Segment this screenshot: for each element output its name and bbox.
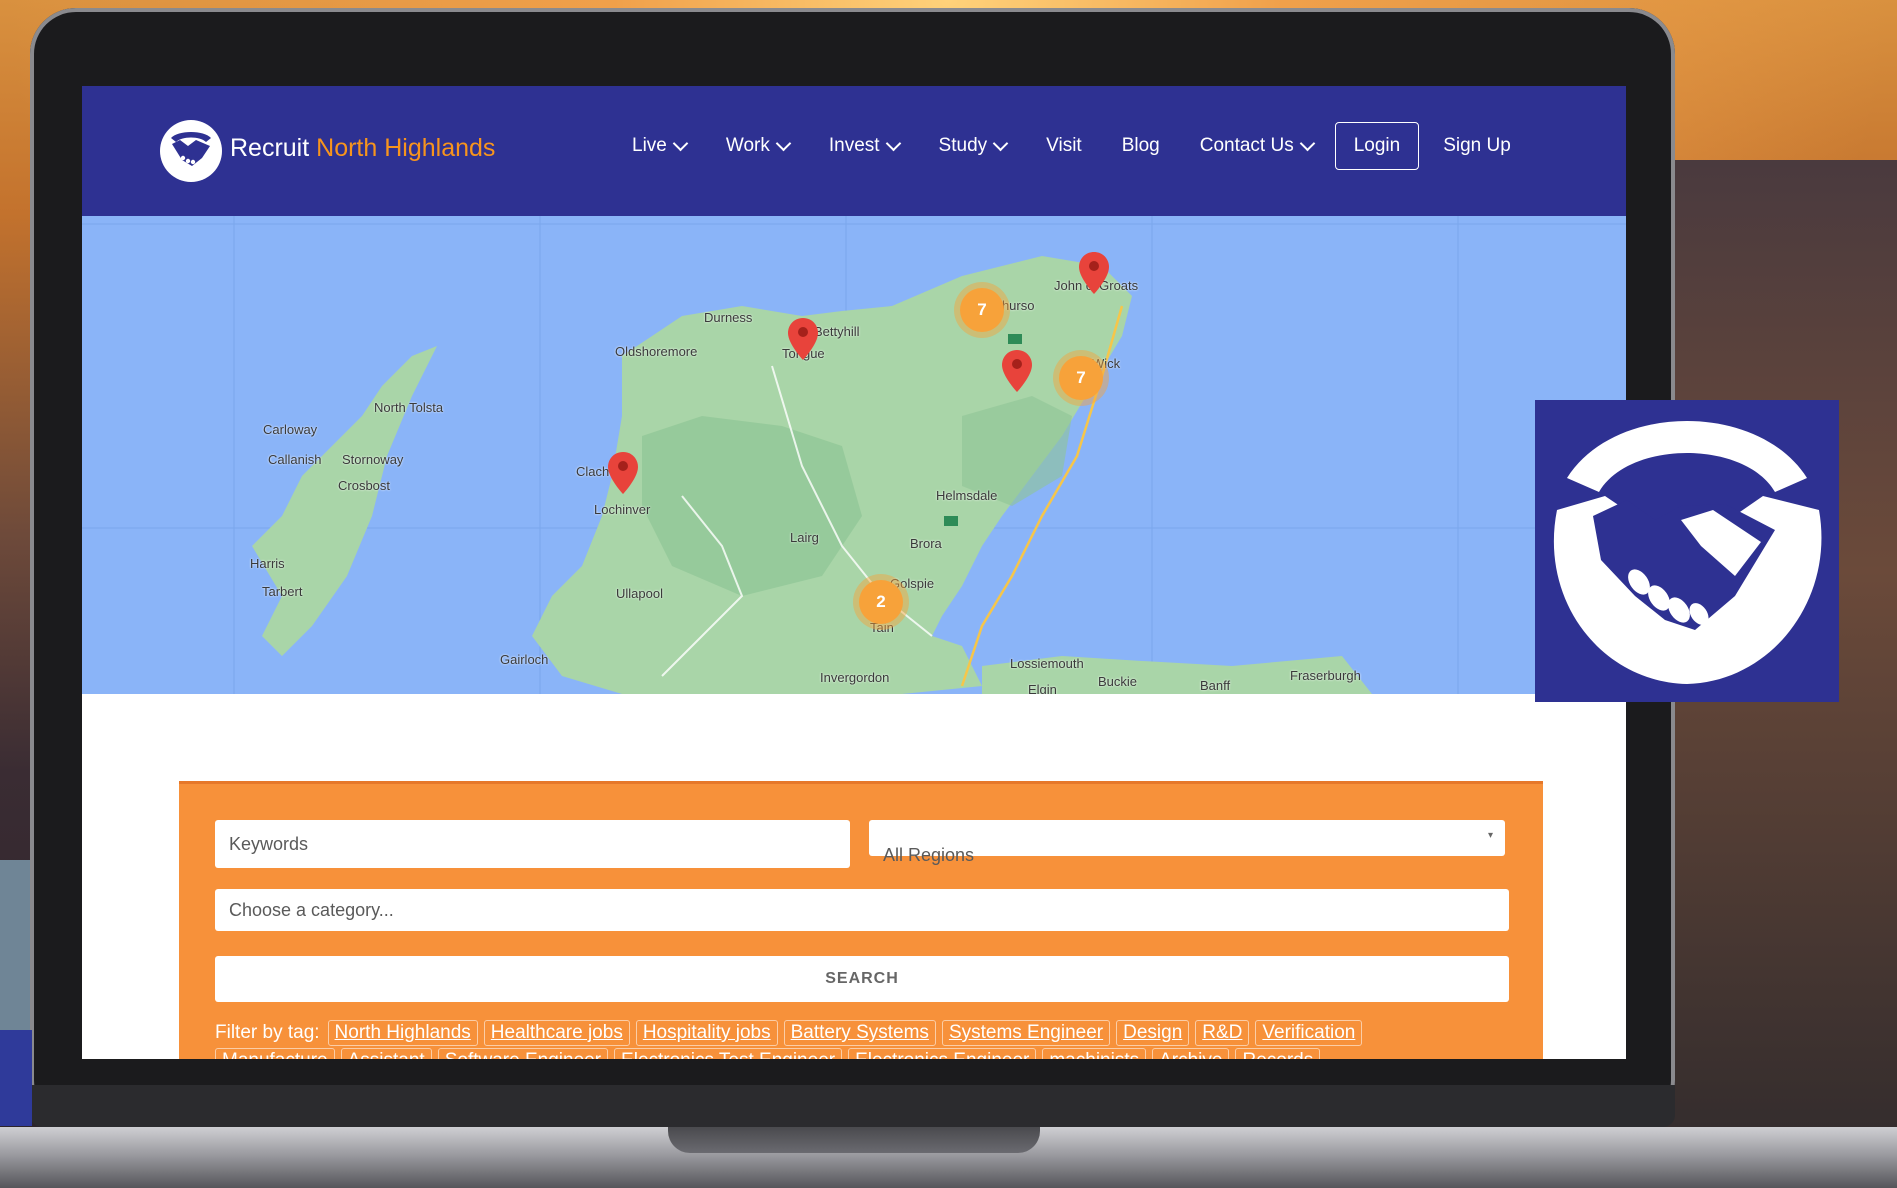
- map-cluster-marker[interactable]: 7: [960, 288, 1004, 332]
- map-label: Invergordon: [820, 670, 890, 685]
- tag-link[interactable]: Healthcare jobs: [483, 1020, 630, 1046]
- tag-link[interactable]: Systems Engineer: [941, 1020, 1111, 1046]
- top-navigation: Recruit North Highlands Live Work Invest…: [82, 86, 1626, 216]
- handshake-icon: [1535, 400, 1839, 702]
- nav-item-label: Visit: [1046, 135, 1082, 156]
- decorative-strip: [0, 1030, 32, 1126]
- map-label: Brora: [910, 536, 942, 551]
- jobs-map[interactable]: Durness Bettyhill Oldshoremore Tongue Jo…: [82, 216, 1626, 694]
- brand-name[interactable]: Recruit North Highlands: [230, 134, 495, 163]
- map-pin-icon[interactable]: [788, 318, 818, 360]
- map-label: Helmsdale: [936, 488, 998, 503]
- map-label: Crosbost: [338, 478, 391, 493]
- chevron-down-icon: ▾: [1487, 830, 1493, 841]
- job-search-panel: Keywords All Regions ▾ Choose a category…: [179, 781, 1543, 1059]
- laptop-bezel: [30, 1085, 1675, 1127]
- nav-menu: Live Work Invest Study Visit Blog Contac…: [632, 122, 1511, 170]
- tag-link[interactable]: North Highlands: [327, 1020, 478, 1046]
- search-button[interactable]: SEARCH: [215, 956, 1509, 1002]
- laptop-notch: [668, 1127, 1040, 1153]
- map-label: Ullapool: [616, 586, 663, 601]
- tag-link[interactable]: Design: [1116, 1020, 1190, 1046]
- map-cluster-marker[interactable]: 2: [859, 580, 903, 624]
- map-label: Banff: [1200, 678, 1231, 693]
- nav-item-label: Contact Us: [1199, 135, 1294, 156]
- map-label: Oldshoremore: [615, 344, 698, 359]
- map-cluster-marker[interactable]: 7: [1059, 356, 1103, 400]
- signup-link[interactable]: Sign Up: [1443, 135, 1511, 157]
- keywords-input[interactable]: Keywords: [215, 820, 850, 868]
- chevron-down-icon: [992, 135, 1009, 151]
- nav-item-contact-us[interactable]: Contact Us: [1199, 135, 1315, 157]
- tag-link[interactable]: Verification: [1255, 1020, 1363, 1046]
- region-select-value: All Regions: [883, 845, 975, 865]
- tag-link[interactable]: R&D: [1195, 1020, 1250, 1046]
- filter-label: Filter by tag:: [215, 1022, 320, 1043]
- tag-link[interactable]: Software Engineer: [437, 1048, 609, 1059]
- map-label: Lairg: [790, 530, 819, 545]
- map-label: Gairloch: [500, 652, 549, 667]
- chevron-down-icon: [1299, 135, 1315, 151]
- map-label: Elgin: [1028, 682, 1057, 694]
- tag-link[interactable]: Assistant: [340, 1048, 432, 1059]
- map-label: Carloway: [263, 422, 318, 437]
- tag-filter-row: Manufacture Assistant Software Engineer …: [215, 1048, 1326, 1059]
- nav-item-label: Blog: [1121, 135, 1160, 156]
- map-label: Stornoway: [342, 452, 404, 467]
- region-select[interactable]: All Regions ▾: [869, 820, 1505, 865]
- map-label: Buckie: [1098, 674, 1138, 689]
- nav-item-label: Study: [938, 135, 988, 156]
- map-label: Bettyhill: [814, 324, 860, 339]
- tag-link[interactable]: Electronics Test Engineer: [614, 1048, 843, 1059]
- tag-link[interactable]: Records: [1235, 1048, 1321, 1059]
- map-label: Fraserburgh: [1290, 668, 1361, 683]
- handshake-icon[interactable]: [160, 120, 222, 182]
- tag-filter-row: Filter by tag: North Highlands Healthcar…: [215, 1020, 1368, 1046]
- road-sign-a9: [944, 516, 958, 526]
- nav-item-label: Invest: [828, 135, 880, 156]
- nav-item-study[interactable]: Study: [938, 135, 1009, 157]
- map-pin-icon[interactable]: [1002, 350, 1032, 392]
- map-label: Tarbert: [262, 584, 303, 599]
- map-pin-icon[interactable]: [608, 452, 638, 494]
- laptop-screen: Recruit North Highlands Live Work Invest…: [82, 86, 1626, 1059]
- tag-link[interactable]: Hospitality jobs: [635, 1020, 778, 1046]
- map-label: Lossiemouth: [1010, 656, 1084, 671]
- brand-name-part1: Recruit: [230, 134, 310, 162]
- tag-link[interactable]: Manufacture: [215, 1048, 335, 1059]
- tag-link[interactable]: machinists: [1042, 1048, 1147, 1059]
- brand-name-part2: North Highlands: [316, 134, 496, 162]
- map-label: Durness: [704, 310, 753, 325]
- chevron-down-icon: [775, 135, 792, 151]
- nav-item-visit[interactable]: Visit: [1046, 135, 1082, 157]
- tag-link[interactable]: Archive: [1152, 1048, 1230, 1059]
- category-select[interactable]: Choose a category...: [215, 889, 1509, 931]
- nav-item-work[interactable]: Work: [725, 135, 792, 157]
- nav-item-label: Work: [725, 135, 770, 156]
- chevron-down-icon: [885, 135, 901, 151]
- nav-item-label: Live: [632, 135, 667, 156]
- map-label: Lochinver: [594, 502, 651, 517]
- tag-link[interactable]: Electronics Engineer: [848, 1048, 1037, 1059]
- map-label: North Tolsta: [374, 400, 444, 415]
- nav-item-live[interactable]: Live: [632, 135, 689, 157]
- chevron-down-icon: [672, 135, 689, 151]
- nav-item-blog[interactable]: Blog: [1122, 135, 1160, 157]
- map-label: Harris: [250, 556, 285, 571]
- login-button[interactable]: Login: [1334, 122, 1420, 170]
- road-sign-a9: [1008, 334, 1022, 344]
- tag-link[interactable]: Battery Systems: [783, 1020, 936, 1046]
- nav-item-invest[interactable]: Invest: [828, 135, 901, 157]
- map-label: Callanish: [268, 452, 322, 467]
- map-pin-icon[interactable]: [1079, 252, 1109, 294]
